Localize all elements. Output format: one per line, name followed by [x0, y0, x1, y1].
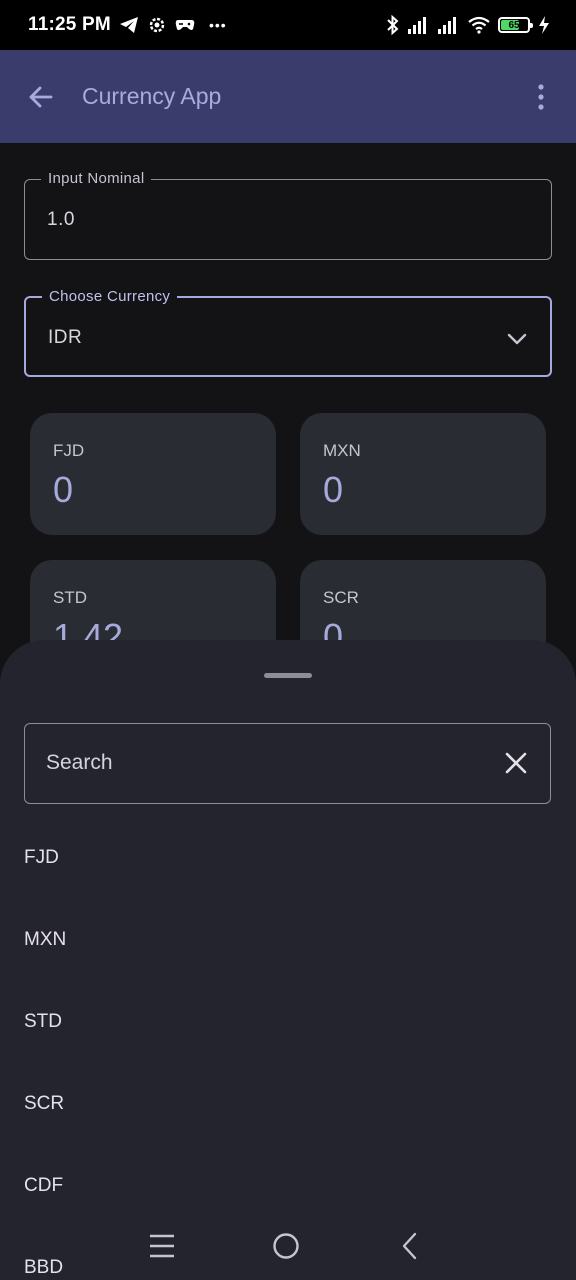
currency-card[interactable]: MXN 0: [300, 413, 546, 535]
gamepad-icon: [175, 20, 195, 30]
more-vert-icon: [538, 83, 544, 110]
app-title: Currency App: [82, 83, 222, 109]
settings-gear-icon: [149, 17, 165, 33]
close-icon: [505, 752, 527, 774]
currency-card-value: 0: [53, 469, 74, 510]
currency-card-code: SCR: [323, 588, 359, 607]
system-back-button[interactable]: [386, 1224, 434, 1268]
chevron-left-icon: [402, 1232, 417, 1260]
currency-option[interactable]: MXN: [0, 900, 576, 982]
currency-option-label: SCR: [24, 1093, 65, 1114]
currency-card-code: FJD: [53, 441, 85, 460]
wifi-icon: [468, 16, 490, 34]
status-right-icons: 65: [386, 15, 550, 35]
telegram-icon: [119, 17, 138, 33]
currency-card-code: MXN: [323, 441, 361, 460]
search-field[interactable]: [24, 723, 551, 804]
currency-option-label: CDF: [24, 1175, 64, 1196]
signal-icon-2: [438, 17, 456, 34]
currency-card-code: STD: [53, 588, 87, 607]
chevron-down-icon: [507, 333, 527, 345]
nominal-input-field[interactable]: Input Nominal 1.0: [24, 170, 552, 260]
currency-option-label: FJD: [24, 847, 59, 868]
currency-dropdown-value: IDR: [48, 327, 83, 348]
currency-option-label: MXN: [24, 929, 67, 950]
clear-search-button[interactable]: [502, 749, 530, 777]
charging-icon: [539, 16, 549, 34]
more-options-button[interactable]: [523, 73, 559, 121]
home-circle-icon: [273, 1233, 299, 1259]
bluetooth-icon: [387, 15, 399, 35]
signal-icon: [408, 17, 426, 34]
currency-option[interactable]: STD: [0, 982, 576, 1064]
home-button[interactable]: [262, 1224, 310, 1268]
currency-card[interactable]: FJD 0: [30, 413, 276, 535]
app-bar: Currency App: [0, 50, 576, 143]
currency-dropdown-label: Choose Currency: [42, 288, 178, 305]
status-left-icons: •••: [119, 15, 227, 35]
currency-option[interactable]: FJD: [0, 818, 576, 900]
arrow-back-icon: [29, 86, 53, 107]
menu-icon: [150, 1234, 174, 1258]
status-bar: 11:25 PM ••• 65: [0, 0, 576, 50]
system-nav-bar: [0, 1212, 576, 1280]
battery-icon: 65: [498, 17, 533, 33]
currency-option[interactable]: SCR: [0, 1064, 576, 1146]
recent-apps-button[interactable]: [138, 1224, 186, 1268]
back-button[interactable]: [17, 73, 65, 121]
currency-card-value: 0: [323, 469, 344, 510]
currency-option-label: STD: [24, 1011, 62, 1032]
sheet-drag-handle[interactable]: [264, 673, 312, 678]
nominal-input-value: 1.0: [47, 209, 75, 230]
more-notifications-icon: •••: [208, 17, 227, 33]
status-time: 11:25 PM: [28, 14, 111, 35]
currency-dropdown[interactable]: Choose Currency IDR: [24, 288, 552, 377]
nominal-input-label: Input Nominal: [41, 170, 152, 187]
currency-picker-sheet: FJD MXN STD SCR CDF BBD: [0, 640, 576, 1280]
battery-level: 65: [508, 19, 520, 31]
search-input[interactable]: [46, 724, 486, 802]
